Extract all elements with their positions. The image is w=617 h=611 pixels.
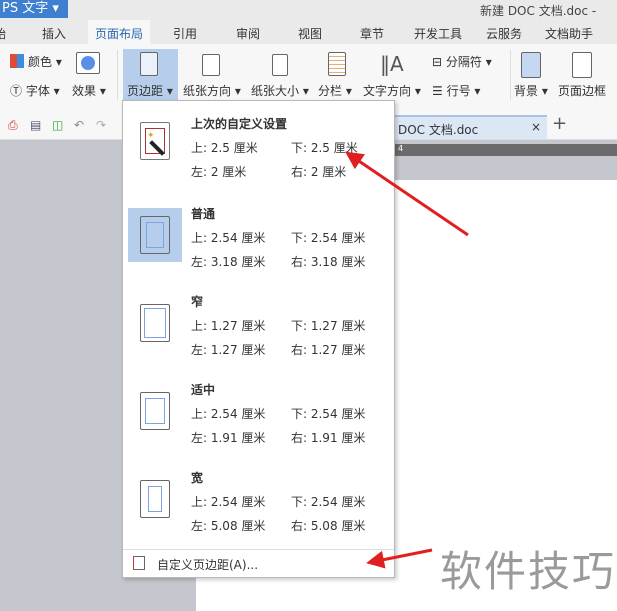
arrow-to-custom-margins (366, 548, 433, 569)
annotation-arrows (345, 151, 469, 569)
arrow-to-last-custom (345, 151, 469, 237)
